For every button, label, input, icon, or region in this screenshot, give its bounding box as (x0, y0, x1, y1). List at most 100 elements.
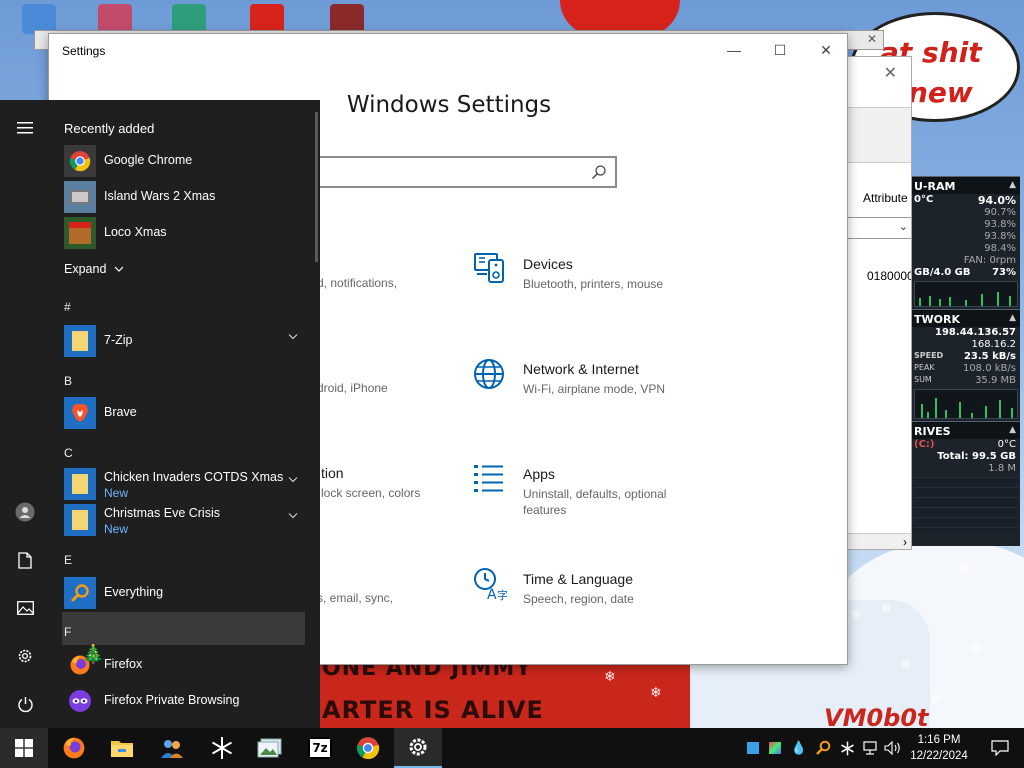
menu-button[interactable] (0, 104, 50, 152)
settings-titlebar[interactable]: Settings — ☐ ✕ (49, 34, 847, 66)
notification-icon (991, 740, 1009, 756)
chevron-down-icon[interactable] (288, 332, 298, 342)
cpu-core-4: 98.4% (984, 243, 1016, 254)
taskbar-settings[interactable] (394, 728, 442, 768)
power-button[interactable] (0, 680, 50, 728)
chevron-down-icon[interactable] (288, 511, 298, 521)
dropdown[interactable]: ⌄ (841, 217, 911, 239)
taskbar-people-app[interactable] (148, 728, 196, 768)
ip-address-2: 168.16.2 (971, 339, 1016, 350)
taskbar-snowflake-app[interactable] (198, 728, 246, 768)
section-header-e[interactable]: E (64, 553, 72, 567)
app-christmas-eve-crisis[interactable]: Christmas Eve Crisis New (64, 503, 304, 537)
section-header-f-highlight[interactable] (62, 612, 305, 645)
tile-time-language-desc: Speech, region, date (523, 592, 634, 606)
app-firefox[interactable]: 🎄 Firefox (64, 644, 304, 682)
app-loco-xmas[interactable]: Loco Xmas (64, 216, 304, 250)
ram-usage: GB/4.0 GB 73% (914, 267, 1016, 278)
snowflake-icon (211, 737, 233, 759)
user-account-button[interactable] (0, 488, 50, 536)
tile-apps[interactable]: Apps Uninstall, defaults, optional featu… (473, 462, 733, 532)
tile-devices[interactable]: Devices Bluetooth, printers, mouse (473, 252, 733, 322)
tile-network[interactable]: Network & Internet Wi-Fi, airplane mode,… (473, 357, 733, 427)
horizontal-scrollbar[interactable]: › (841, 533, 911, 549)
tile-network-name: Network & Internet (523, 361, 639, 377)
network-icon[interactable] (862, 738, 880, 758)
tile-network-desc: Wi-Fi, airplane mode, VPN (523, 382, 666, 396)
taskbar-file-explorer[interactable] (98, 728, 146, 768)
magnifier-icon (64, 577, 96, 609)
drive-graph (914, 477, 1018, 533)
section-header-c[interactable]: C (64, 446, 73, 460)
chrome-icon (64, 145, 96, 177)
tray-paint-icon[interactable] (766, 738, 784, 758)
app-firefox-private[interactable]: Firefox Private Browsing (64, 684, 304, 718)
folder-icon (64, 325, 96, 357)
start-list-scrollbar[interactable] (315, 112, 318, 262)
private-browsing-icon (64, 685, 96, 717)
start-button[interactable] (0, 728, 48, 768)
app-brave[interactable]: Brave (64, 396, 304, 430)
system-tile-desc[interactable]: d, notifications, (317, 276, 397, 290)
loco-xmas-icon (64, 217, 96, 249)
documents-button[interactable] (0, 536, 50, 584)
pictures-button[interactable] (0, 584, 50, 632)
app-google-chrome[interactable]: Google Chrome (64, 144, 304, 178)
hamburger-icon (17, 122, 33, 134)
clock-time: 1:16 PM (917, 734, 961, 746)
network-graph (914, 389, 1018, 419)
search-icon[interactable] (591, 164, 607, 180)
volume-icon[interactable] (884, 738, 902, 758)
taskbar-clock[interactable]: 1:16 PM 12/22/2024 (906, 732, 972, 764)
maximize-button[interactable]: ☐ (757, 34, 803, 66)
app-everything[interactable]: Everything (64, 576, 304, 610)
tray-droplet-icon[interactable]: 💧 (790, 738, 808, 758)
taskbar-7zip[interactable]: 7z (296, 728, 344, 768)
globe-icon (474, 359, 504, 389)
wallpaper-signature: VM0b0t (824, 704, 929, 728)
ip-address-1: 198.44.136.57 (935, 327, 1016, 338)
system-monitor-gadget: U-RAM ▲ 0°C 94.0% 90.7% 93.8% 93.8% 98.4% … (912, 176, 1020, 546)
attribute-label: Attribute (863, 191, 908, 205)
minimize-button[interactable]: — (711, 34, 757, 66)
close-button[interactable]: ✕ (803, 34, 847, 66)
collapse-icon[interactable]: ▲ (1009, 425, 1016, 435)
expand-button[interactable]: Expand (64, 262, 124, 276)
apps-list-icon (474, 465, 503, 492)
close-icon[interactable]: ✕ (867, 32, 877, 46)
collapse-icon[interactable]: ▲ (1009, 180, 1016, 190)
close-icon[interactable]: ✕ (884, 63, 897, 83)
section-header-hash[interactable]: # (64, 300, 71, 314)
section-header-f[interactable]: F (64, 625, 71, 639)
action-center-button[interactable] (976, 728, 1024, 768)
taskbar-chrome[interactable] (344, 728, 392, 768)
section-header-b[interactable]: B (64, 374, 72, 388)
accounts-tile-desc[interactable]: s, email, sync, (317, 591, 393, 605)
folder-icon (64, 504, 96, 536)
phone-tile-desc[interactable]: droid, iPhone (317, 381, 388, 395)
tray-snowflake-icon[interactable] (838, 738, 856, 758)
settings-button[interactable] (0, 632, 50, 680)
window-title: Settings (62, 44, 106, 58)
tile-time-language[interactable]: A 字 Time & Language Speech, region, date (473, 567, 733, 637)
chrome-icon (356, 737, 380, 760)
taskbar-photos-app[interactable] (246, 728, 294, 768)
tray-search-icon[interactable] (814, 738, 832, 758)
net-speed: SPEED 23.5 kB/s (914, 351, 1016, 362)
app-island-wars[interactable]: Island Wars 2 Xmas (64, 180, 304, 214)
7zip-icon: 7z (308, 737, 332, 759)
tile-devices-desc: Bluetooth, printers, mouse (523, 277, 664, 291)
wallpaper-speech-text-2: new (908, 76, 973, 109)
cpu-total: 0°C 94.0% (914, 194, 1016, 207)
taskbar-firefox[interactable] (50, 728, 98, 768)
tray-app-icon[interactable] (744, 738, 762, 758)
picture-icon (16, 601, 34, 615)
app-chicken-invaders[interactable]: Chicken Invaders COTDS Xmas New (64, 467, 304, 501)
personalization-tile-name[interactable]: tion (321, 465, 344, 481)
net-sum: SUM 35.9 MB (914, 375, 1016, 386)
chevron-down-icon[interactable] (288, 475, 298, 485)
cpu-core-1: 90.7% (984, 207, 1016, 218)
collapse-icon[interactable]: ▲ (1009, 313, 1016, 323)
app-7zip[interactable]: 7-Zip (64, 324, 304, 358)
personalization-tile-desc[interactable]: lock screen, colors (321, 486, 420, 500)
